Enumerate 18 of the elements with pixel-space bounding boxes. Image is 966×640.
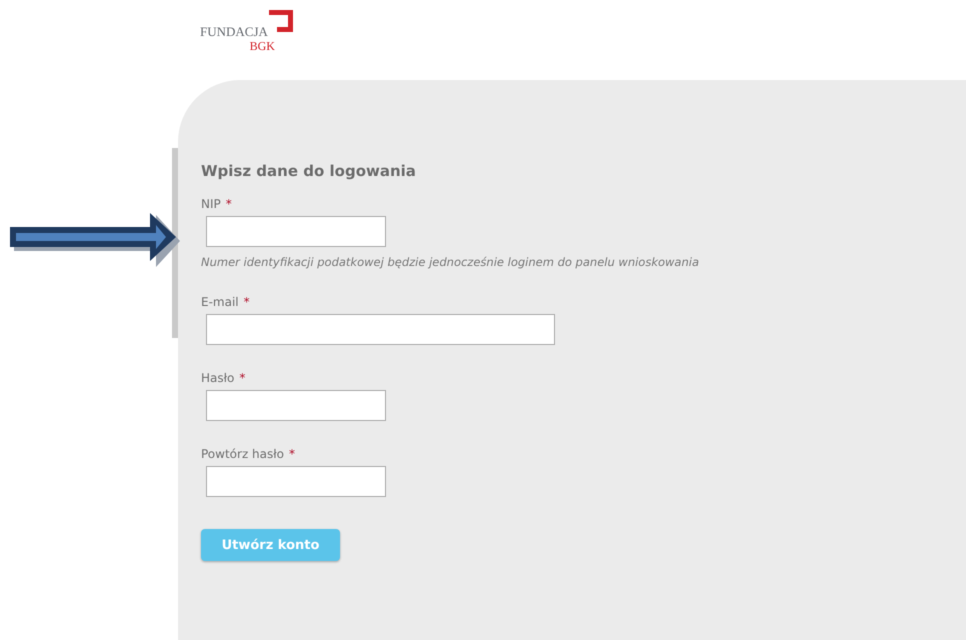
field-hint: Numer identyfikacji podatkowej będzie jednocześnie loginem do panelu wnioskowania — [201, 255, 700, 269]
field-label: E-mail — [201, 295, 239, 309]
logo-subtext: BGK — [250, 40, 275, 53]
required-mark: * — [289, 447, 296, 461]
input-field[interactable] — [206, 466, 386, 497]
field-label: Powtórz hasło — [201, 447, 284, 461]
create-account-button[interactable]: Utwórz konto — [201, 529, 340, 561]
required-mark: * — [239, 371, 246, 385]
logo-bracket-icon — [266, 8, 295, 34]
required-mark: * — [226, 197, 232, 211]
field-label: Hasło — [201, 371, 234, 385]
input-field[interactable] — [206, 314, 555, 345]
form-title: Wpisz dane do logowania — [201, 162, 417, 182]
logo-text: FUNDACJA — [200, 24, 269, 40]
input-field[interactable] — [206, 216, 386, 247]
input-field[interactable] — [206, 390, 386, 421]
field-label: NIP — [201, 197, 221, 211]
required-mark: * — [244, 295, 250, 309]
